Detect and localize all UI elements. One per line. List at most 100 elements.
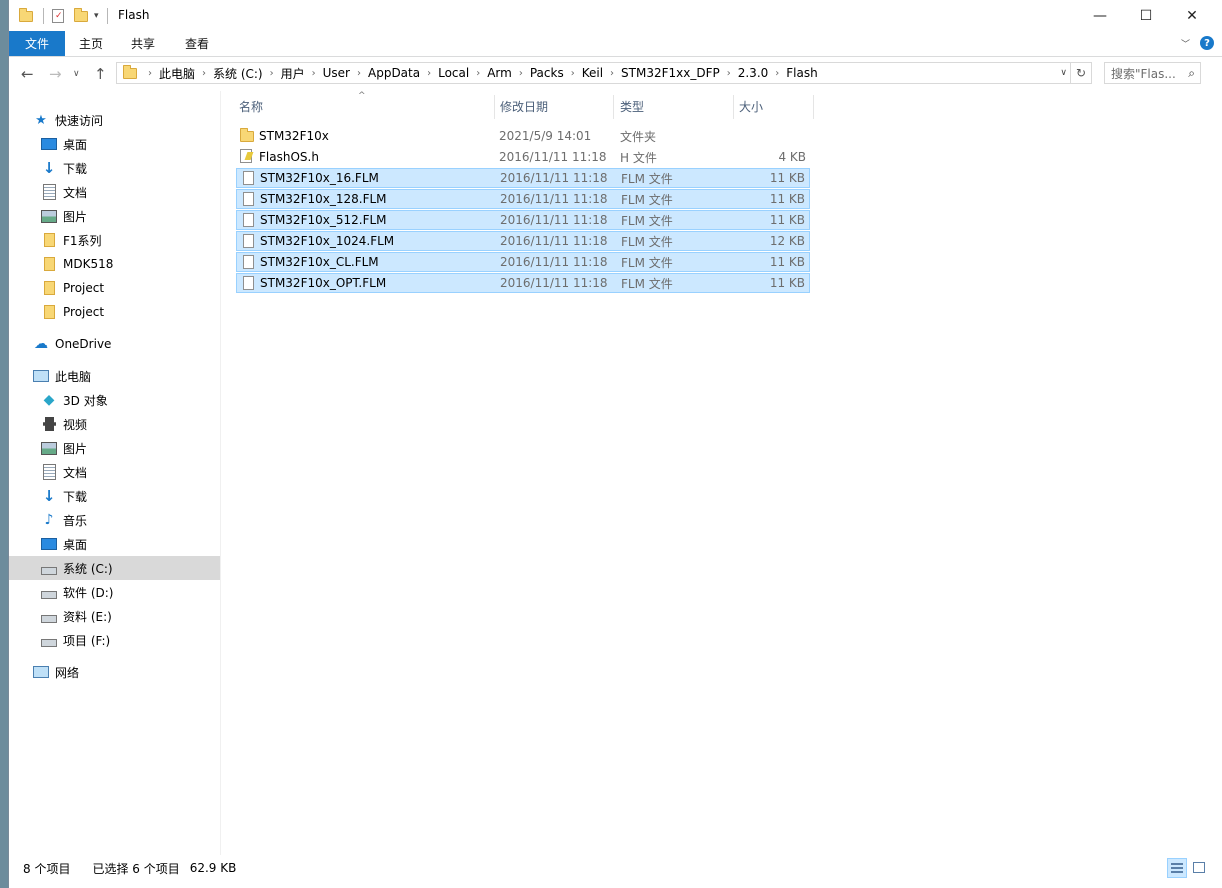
crumb-c-drive[interactable]: 系统 (C:) <box>213 65 263 82</box>
chevron-right-icon[interactable]: › <box>270 68 274 79</box>
quick-access-toolbar: ✓ ▾ <box>19 7 108 25</box>
column-divider[interactable] <box>733 95 734 119</box>
tab-file[interactable]: 文件 <box>9 31 65 56</box>
expand-ribbon-icon[interactable]: ﹀ <box>1181 37 1190 50</box>
chevron-right-icon[interactable]: › <box>357 68 361 79</box>
help-icon[interactable]: ? <box>1200 36 1214 50</box>
tab-view[interactable]: 查看 <box>185 31 209 56</box>
crumb-user[interactable]: User <box>323 66 350 80</box>
nav-label: Project <box>63 281 105 295</box>
column-header-date[interactable]: 修改日期 <box>500 91 548 121</box>
nav-item-pictures[interactable]: 图片 📌 <box>9 204 250 228</box>
nav-item-desktop-pc[interactable]: 桌面 <box>9 532 250 556</box>
download-icon: ↓ <box>42 159 56 177</box>
nav-label: 资料 (E:) <box>63 609 112 624</box>
address-bar[interactable]: › 此电脑 › 系统 (C:) › 用户 › User › AppData › Local… <box>116 62 1092 84</box>
vertical-scrollbar[interactable] <box>1212 91 1222 855</box>
document-icon <box>41 184 57 200</box>
column-divider[interactable] <box>813 95 814 119</box>
tab-home[interactable]: 主页 <box>79 31 103 56</box>
file-row-stm32f10x-512-flm[interactable]: STM32F10x_512.FLM 2016/11/11 11:18 FLM 文… <box>236 210 810 230</box>
file-row-stm32f10x-16-flm[interactable]: STM32F10x_16.FLM 2016/11/11 11:18 FLM 文件… <box>236 168 810 188</box>
nav-label: 快速访问 <box>55 113 104 128</box>
nav-quick-access[interactable]: ★ 快速访问 <box>9 108 242 132</box>
back-icon[interactable]: ← <box>21 65 34 83</box>
details-view-button[interactable] <box>1167 858 1187 878</box>
nav-this-pc[interactable]: 此电脑 <box>9 364 242 388</box>
chevron-right-icon[interactable]: › <box>427 68 431 79</box>
search-icon[interactable]: ⌕ <box>1188 66 1195 81</box>
folder-icon <box>19 7 33 22</box>
nav-item-documents[interactable]: 文档 📌 <box>9 180 250 204</box>
file-row-stm32f10x-folder[interactable]: STM32F10x 2021/5/9 14:01 文件夹 <box>236 126 810 146</box>
chevron-right-icon[interactable]: › <box>727 68 731 79</box>
nav-item-documents-pc[interactable]: 文档 <box>9 460 250 484</box>
up-icon[interactable]: ↑ <box>94 65 107 83</box>
crumb-packs[interactable]: Packs <box>530 66 564 80</box>
column-header-size[interactable]: 大小 <box>739 91 763 121</box>
nav-item-pictures-pc[interactable]: 图片 <box>9 436 250 460</box>
address-dropdown-icon[interactable]: ∨ <box>1060 68 1067 78</box>
file-row-stm32f10x-128-flm[interactable]: STM32F10x_128.FLM 2016/11/11 11:18 FLM 文… <box>236 189 810 209</box>
nav-network[interactable]: 网络 <box>9 660 242 684</box>
nav-item-f1-series[interactable]: F1系列 <box>9 228 250 252</box>
column-divider[interactable] <box>494 95 495 119</box>
drive-icon <box>41 608 57 624</box>
nav-item-desktop[interactable]: 桌面 📌 <box>9 132 250 156</box>
close-button[interactable]: ✕ <box>1169 0 1215 31</box>
file-icon <box>241 171 255 187</box>
forward-icon[interactable]: → <box>49 65 62 83</box>
large-icons-view-button[interactable] <box>1189 858 1209 878</box>
refresh-icon[interactable]: ↻ <box>1070 63 1091 83</box>
nav-item-downloads-pc[interactable]: ↓ 下载 <box>9 484 250 508</box>
crumb-version[interactable]: 2.3.0 <box>738 66 769 80</box>
search-input[interactable]: 搜索"Flas... ⌕ <box>1104 62 1201 84</box>
nav-item-music[interactable]: ♪ 音乐 <box>9 508 250 532</box>
column-header-name[interactable]: 名称 <box>239 91 263 121</box>
nav-item-downloads[interactable]: ↓ 下载 📌 <box>9 156 250 180</box>
crumb-flash[interactable]: Flash <box>786 66 817 80</box>
chevron-right-icon[interactable]: › <box>476 68 480 79</box>
maximize-button[interactable]: ☐ <box>1123 0 1169 31</box>
nav-onedrive[interactable]: ☁ OneDrive <box>9 332 242 356</box>
crumb-this-pc[interactable]: 此电脑 <box>159 65 195 82</box>
crumb-appdata[interactable]: AppData <box>368 66 420 80</box>
crumb-local[interactable]: Local <box>438 66 469 80</box>
column-header-type[interactable]: 类型 <box>620 91 644 121</box>
file-size: 4 KB <box>778 150 806 164</box>
nav-item-mdk518[interactable]: MDK518 <box>9 252 250 276</box>
recent-locations-icon[interactable]: ∨ <box>73 69 80 79</box>
file-row-stm32f10x-1024-flm[interactable]: STM32F10x_1024.FLM 2016/11/11 11:18 FLM … <box>236 231 810 251</box>
chevron-right-icon[interactable]: › <box>571 68 575 79</box>
chevron-right-icon[interactable]: › <box>202 68 206 79</box>
column-divider[interactable] <box>613 95 614 119</box>
nav-item-f-drive[interactable]: 项目 (F:) <box>9 628 250 652</box>
nav-item-project-2[interactable]: Project <box>9 300 250 324</box>
file-row-flashos-h[interactable]: FlashOS.h 2016/11/11 11:18 H 文件 4 KB <box>236 147 810 167</box>
nav-item-project-1[interactable]: Project <box>9 276 250 300</box>
chevron-right-icon[interactable]: › <box>312 68 316 79</box>
properties-icon[interactable]: ✓ <box>52 9 64 23</box>
chevron-right-icon[interactable]: › <box>519 68 523 79</box>
crumb-users[interactable]: 用户 <box>281 65 305 82</box>
chevron-right-icon[interactable]: › <box>610 68 614 79</box>
crumb-keil[interactable]: Keil <box>582 66 603 80</box>
crumb-arm[interactable]: Arm <box>487 66 512 80</box>
minimize-button[interactable]: — <box>1077 0 1123 31</box>
new-folder-icon[interactable] <box>74 7 88 22</box>
file-name: STM32F10x_OPT.FLM <box>260 276 387 290</box>
nav-item-e-drive[interactable]: 资料 (E:) <box>9 604 250 628</box>
file-row-stm32f10x-opt-flm[interactable]: STM32F10x_OPT.FLM 2016/11/11 11:18 FLM 文… <box>236 273 810 293</box>
nav-item-videos[interactable]: 视频 <box>9 412 250 436</box>
nav-item-c-drive[interactable]: 系统 (C:) <box>9 556 250 580</box>
chevron-right-icon[interactable]: › <box>148 68 152 79</box>
customize-toolbar-icon[interactable]: ▾ <box>94 11 99 21</box>
tab-share[interactable]: 共享 <box>131 31 155 56</box>
file-row-stm32f10x-cl-flm[interactable]: STM32F10x_CL.FLM 2016/11/11 11:18 FLM 文件… <box>236 252 810 272</box>
folder-icon <box>41 304 57 320</box>
ribbon-tabs: 文件 主页 共享 查看 ﹀ ? <box>9 31 1222 57</box>
nav-item-d-drive[interactable]: 软件 (D:) <box>9 580 250 604</box>
crumb-stm32f1xx-dfp[interactable]: STM32F1xx_DFP <box>621 66 720 80</box>
nav-item-3d-objects[interactable]: ◆ 3D 对象 <box>9 388 250 412</box>
chevron-right-icon[interactable]: › <box>775 68 779 79</box>
